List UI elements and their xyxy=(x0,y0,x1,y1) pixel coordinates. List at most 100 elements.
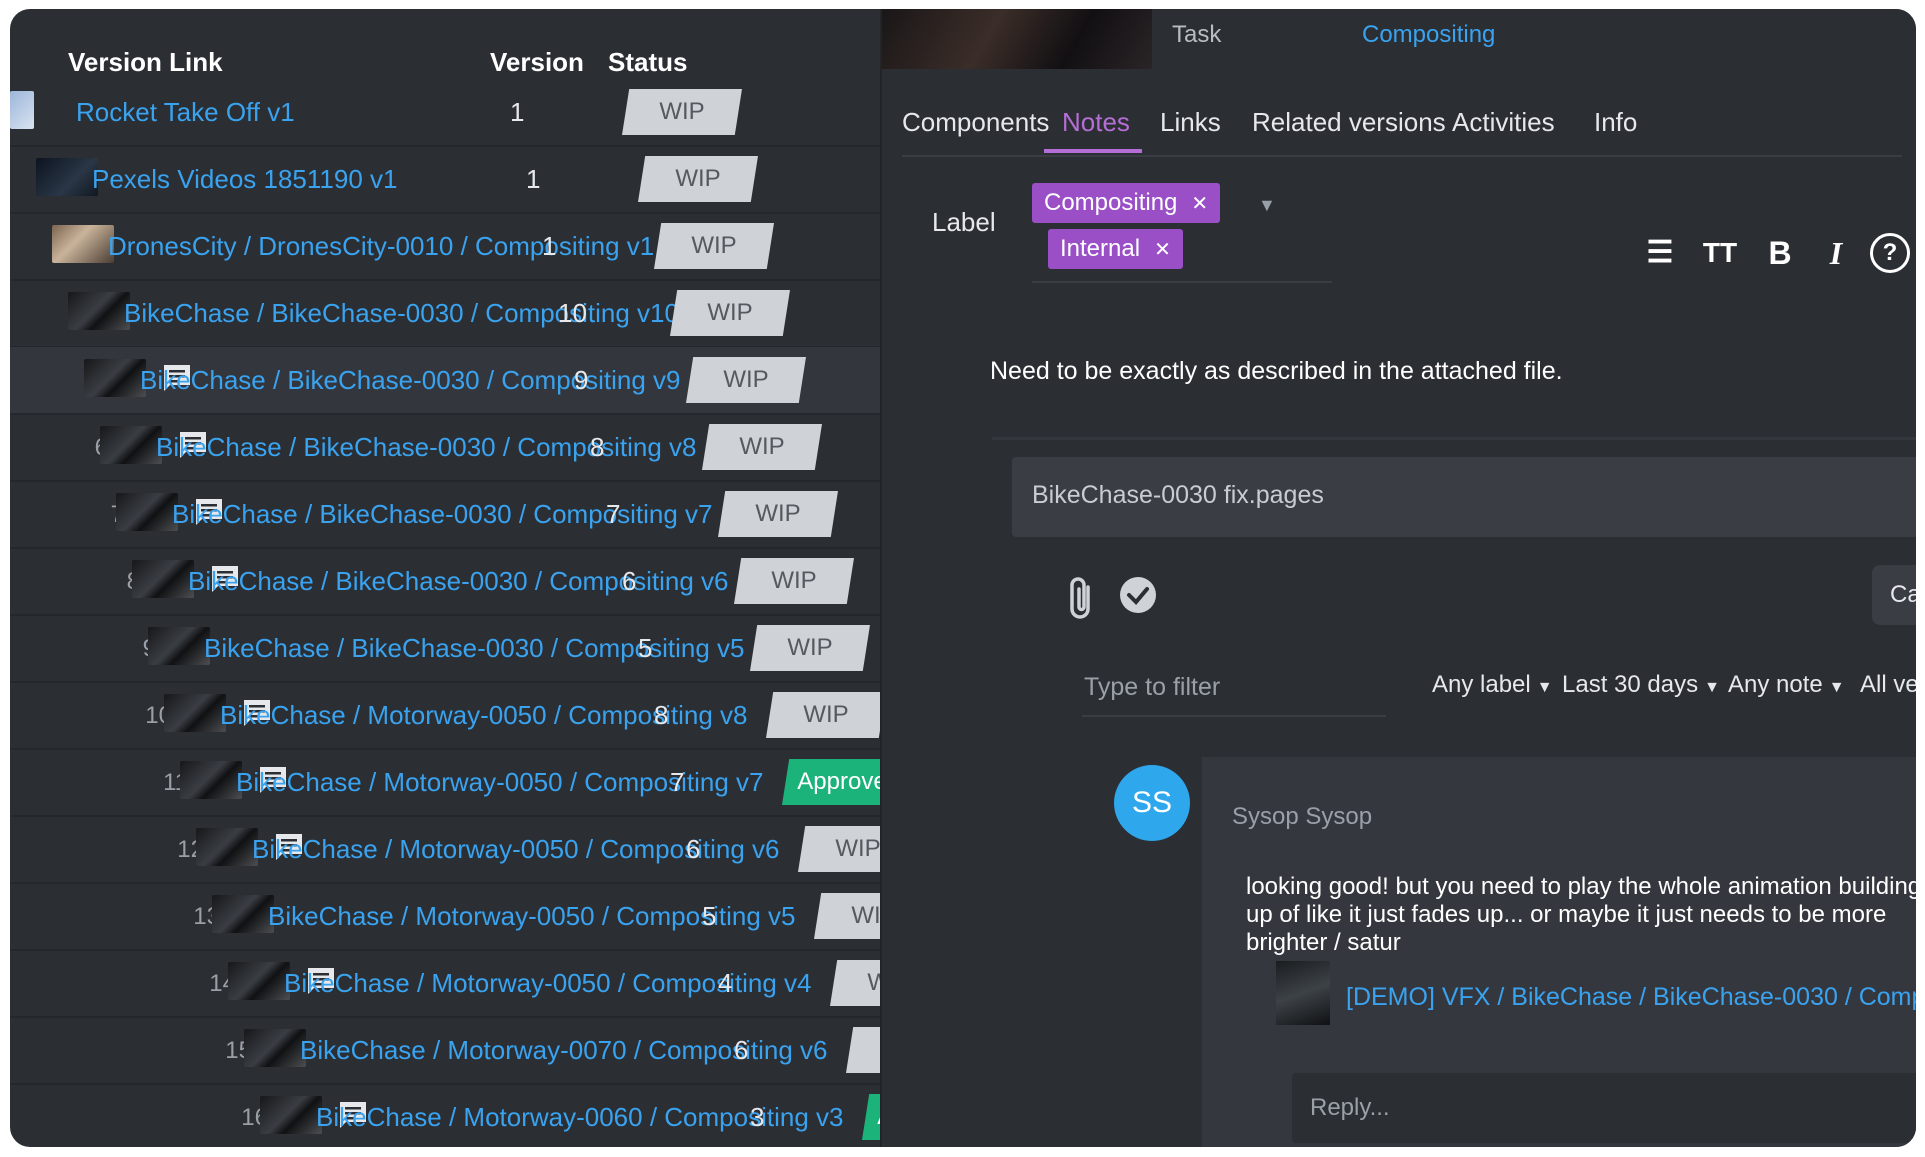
note-filter-dropdown[interactable]: Any note ▼ xyxy=(1728,671,1845,699)
chevron-down-icon: ▼ xyxy=(1536,679,1553,696)
tab-components[interactable]: Components xyxy=(902,107,1049,138)
table-row[interactable]: 13 BikeChase / Motorway-0050 / Compositin… xyxy=(10,883,1010,951)
note-filter-value: Any note xyxy=(1728,671,1823,698)
table-row[interactable]: Pexels Videos 1851190 v1 1 WIP xyxy=(10,146,1010,214)
version-link[interactable]: BikeChase / BikeChase-0030 / Compositing… xyxy=(204,633,745,664)
tab-related-versions[interactable]: Related versions xyxy=(1252,107,1446,138)
status-badge[interactable]: WIP xyxy=(670,290,790,336)
notes-filter-input[interactable] xyxy=(1082,659,1386,717)
table-row[interactable]: 7BikeChase / BikeChase-0030 / Compositin… xyxy=(10,481,1010,549)
version-thumbnail xyxy=(164,694,226,732)
task-label: Task xyxy=(1172,21,1222,48)
version-thumbnail xyxy=(132,560,194,598)
version-thumbnail xyxy=(212,895,274,933)
version-thumbnail xyxy=(260,1096,322,1134)
column-version[interactable]: Version xyxy=(490,47,584,78)
table-row[interactable]: BikeChase / BikeChase-0030 / Compositing… xyxy=(10,280,1010,348)
text-size-icon[interactable]: TT xyxy=(1700,233,1740,273)
comment-card: Sysop Sysop looking good! but you need t… xyxy=(1202,757,1916,1147)
version-number: 1 xyxy=(526,164,541,194)
list-icon[interactable]: ☰ xyxy=(1640,233,1680,273)
version-link[interactable]: BikeChase / BikeChase-0030 / Compositing… xyxy=(172,499,713,530)
attachment-item[interactable]: BikeChase-0030 fix.pages xyxy=(1012,457,1916,537)
version-thumbnail xyxy=(228,962,290,1000)
table-row[interactable]: 12 BikeChase / Motorway-0050 / Compositin… xyxy=(10,816,1010,884)
table-row[interactable]: 16 BikeChase / Motorway-0060 / Compositin… xyxy=(10,1084,1010,1147)
label-field-underline xyxy=(1032,281,1332,283)
table-row[interactable]: BikeChase / BikeChase-0030 / Compositing… xyxy=(10,347,1010,415)
column-status[interactable]: Status xyxy=(608,47,687,78)
version-thumbnail xyxy=(116,493,178,531)
note-text: Need to be exactly as described in the a… xyxy=(990,357,1563,385)
comment-version-thumbnail xyxy=(1276,961,1330,1025)
version-link[interactable]: Rocket Take Off v1 xyxy=(76,97,295,128)
column-version-link[interactable]: Version Link xyxy=(68,47,223,78)
reply-input[interactable] xyxy=(1308,1085,1912,1131)
status-badge[interactable]: WIP xyxy=(734,558,854,604)
help-icon[interactable]: ? xyxy=(1870,233,1910,273)
comment-version-link[interactable]: [DEMO] VFX / BikeChase / BikeChase-0030 … xyxy=(1346,983,1916,1012)
status-badge[interactable]: WIP xyxy=(766,692,886,738)
version-thumbnail xyxy=(882,9,1152,69)
label-chip-internal[interactable]: Internal ✕ xyxy=(1048,229,1183,269)
date-filter-dropdown[interactable]: Last 30 days ▼ xyxy=(1562,671,1720,699)
table-row[interactable]: 6BikeChase / BikeChase-0030 / Compositin… xyxy=(10,414,1010,482)
italic-icon[interactable]: I xyxy=(1816,233,1856,273)
version-thumbnail xyxy=(84,359,146,397)
version-number: 10 xyxy=(558,298,587,328)
version-filter-dropdown[interactable]: All ver xyxy=(1860,671,1916,699)
status-badge[interactable]: WIP xyxy=(718,491,838,537)
table-row[interactable]: 14 BikeChase / Motorway-0050 / Compositin… xyxy=(10,950,1010,1018)
version-link[interactable]: BikeChase / BikeChase-0030 / Compositing… xyxy=(140,365,681,396)
status-badge[interactable]: WIP xyxy=(750,625,870,671)
table-row[interactable]: 15 BikeChase / Motorway-0070 / Compositin… xyxy=(10,1017,1010,1085)
table-row[interactable]: 9BikeChase / BikeChase-0030 / Compositin… xyxy=(10,615,1010,683)
status-badge[interactable]: WIP xyxy=(654,223,774,269)
tab-info[interactable]: Info xyxy=(1594,107,1637,138)
version-number: 1 xyxy=(542,231,557,261)
status-badge[interactable]: WIP xyxy=(622,89,742,135)
version-thumbnail xyxy=(196,828,258,866)
version-link[interactable]: DronesCity / DronesCity-0010 / Compositi… xyxy=(108,231,654,262)
label-chip-text: Compositing xyxy=(1044,189,1178,216)
version-link[interactable]: BikeChase / BikeChase-0030 / Compositing… xyxy=(156,432,697,463)
cancel-button[interactable]: Can xyxy=(1872,565,1916,625)
version-number: 6 xyxy=(686,834,701,864)
version-number: 5 xyxy=(638,633,653,663)
reply-box xyxy=(1292,1073,1916,1143)
version-number: 6 xyxy=(622,566,637,596)
table-row[interactable]: 11 BikeChase / Motorway-0050 / Compositin… xyxy=(10,749,1010,817)
label-chip-compositing[interactable]: Compositing ✕ xyxy=(1032,183,1221,223)
tab-links[interactable]: Links xyxy=(1160,107,1221,138)
version-link[interactable]: BikeChase / BikeChase-0030 / Compositing… xyxy=(188,566,729,597)
tab-notes[interactable]: Notes xyxy=(1062,107,1130,138)
table-row[interactable]: 8BikeChase / BikeChase-0030 / Compositin… xyxy=(10,548,1010,616)
comment-author: Sysop Sysop xyxy=(1232,803,1373,830)
task-link[interactable]: Compositing xyxy=(1362,21,1495,49)
bold-icon[interactable]: B xyxy=(1760,233,1800,273)
app-window: Version Link Version Status Rocket Take … xyxy=(10,9,1916,1147)
version-number: 9 xyxy=(574,365,589,395)
active-tab-indicator xyxy=(1044,149,1142,153)
paperclip-icon[interactable] xyxy=(1062,575,1102,623)
version-link[interactable]: Pexels Videos 1851190 v1 xyxy=(92,164,398,195)
status-badge[interactable]: WIP xyxy=(638,156,758,202)
version-thumbnail xyxy=(52,225,114,263)
tab-activities[interactable]: Activities xyxy=(1452,107,1555,138)
table-row[interactable]: DronesCity / DronesCity-0010 / Compositi… xyxy=(10,213,1010,281)
version-link[interactable]: BikeChase / BikeChase-0030 / Compositing… xyxy=(124,298,679,329)
version-thumbnail xyxy=(10,91,34,129)
status-badge[interactable]: WIP xyxy=(686,357,806,403)
table-row[interactable]: Rocket Take Off v1 1 WIP xyxy=(10,79,1010,147)
table-row[interactable]: 10 BikeChase / Motorway-0050 / Compositin… xyxy=(10,682,1010,750)
label-filter-dropdown[interactable]: Any label ▼ xyxy=(1432,671,1553,699)
chevron-down-icon: ▼ xyxy=(1828,679,1845,696)
status-badge[interactable]: WIP xyxy=(702,424,822,470)
check-circle-icon[interactable] xyxy=(1118,575,1158,615)
version-thumbnail xyxy=(36,158,98,196)
chevron-down-icon[interactable]: ▼ xyxy=(1258,195,1276,216)
detail-panel: Task Compositing Components Notes Links … xyxy=(880,9,1916,1147)
version-number: 4 xyxy=(718,968,733,998)
close-icon[interactable]: ✕ xyxy=(1191,193,1208,215)
close-icon[interactable]: ✕ xyxy=(1154,239,1171,261)
